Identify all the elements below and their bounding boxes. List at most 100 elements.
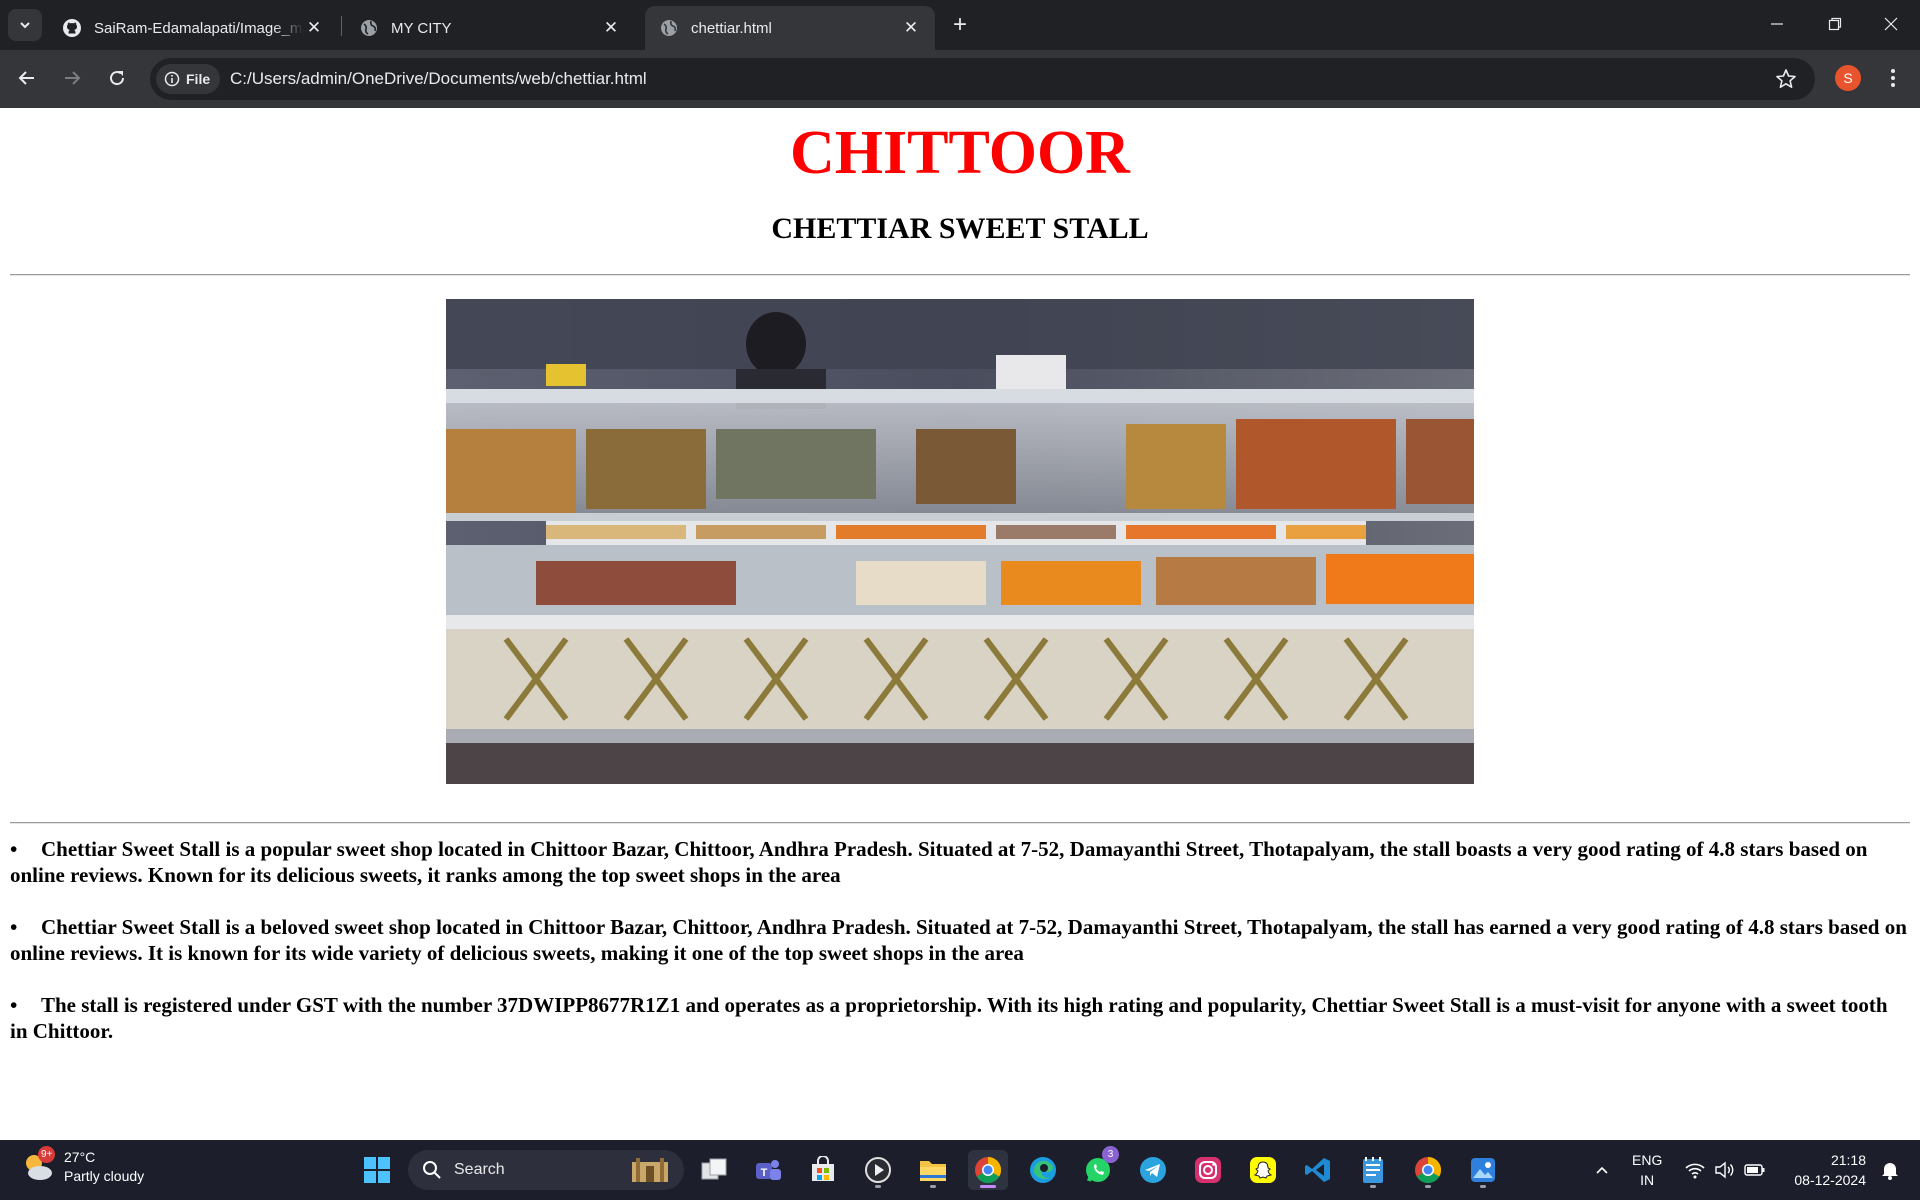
tab-title: SaiRam-Edamalapati/Image_ma bbox=[94, 19, 304, 37]
task-view-icon bbox=[701, 1158, 727, 1180]
close-icon bbox=[1884, 17, 1898, 31]
media-player-button[interactable] bbox=[858, 1150, 898, 1190]
teams-button[interactable]: T bbox=[748, 1150, 788, 1190]
wifi-icon bbox=[1685, 1163, 1705, 1179]
tab-my-city[interactable]: MY CITY ✕ bbox=[345, 6, 635, 50]
whatsapp-button[interactable]: 3 bbox=[1078, 1146, 1119, 1190]
restore-button[interactable] bbox=[1806, 0, 1864, 48]
running-indicator bbox=[930, 1185, 936, 1188]
weather-widget[interactable]: 9+ 27°C Partly cloudy bbox=[20, 1146, 145, 1186]
address-bar[interactable]: File C:/Users/admin/OneDrive/Documents/w… bbox=[150, 58, 1815, 100]
page-subtitle: CHETTIAR SWEET STALL bbox=[771, 212, 1149, 245]
weather-condition: Partly cloudy bbox=[64, 1168, 145, 1184]
page-viewport: CHITTOOR CHETTIAR SWEET STALL • Chettiar… bbox=[0, 108, 1920, 1140]
running-indicator bbox=[1425, 1185, 1431, 1188]
telegram-icon bbox=[1140, 1157, 1166, 1183]
description-list: • Chettiar Sweet Stall is a popular sweet… bbox=[10, 836, 1910, 1070]
close-window-button[interactable] bbox=[1862, 0, 1920, 48]
teams-icon: T bbox=[756, 1160, 781, 1180]
arrow-left-icon bbox=[18, 71, 34, 85]
microsoft-store-button[interactable] bbox=[803, 1150, 843, 1190]
notifications-button[interactable] bbox=[1870, 1150, 1910, 1190]
running-indicator bbox=[1370, 1185, 1376, 1188]
snapchat-button[interactable] bbox=[1243, 1150, 1283, 1190]
close-icon[interactable]: ✕ bbox=[601, 18, 621, 38]
instagram-button[interactable] bbox=[1188, 1150, 1228, 1190]
divider bbox=[10, 822, 1910, 824]
chrome-icon bbox=[975, 1156, 1002, 1184]
tab-chettiar-active[interactable]: chettiar.html ✕ bbox=[645, 6, 935, 50]
minimize-button[interactable] bbox=[1748, 0, 1806, 48]
bell-icon bbox=[1882, 1163, 1898, 1180]
tab-title: MY CITY bbox=[391, 19, 452, 37]
snapchat-icon bbox=[1250, 1157, 1276, 1183]
clock[interactable]: 21:18 08-12-2024 bbox=[1780, 1150, 1866, 1190]
windows-taskbar: 9+ 27°C Partly cloudy Search T 3 ENG IN … bbox=[0, 1140, 1920, 1200]
time: 21:18 bbox=[1830, 1152, 1866, 1168]
tab-search-button[interactable] bbox=[8, 9, 42, 41]
windows-icon bbox=[364, 1157, 390, 1183]
reload-icon bbox=[110, 71, 125, 86]
more-menu-button[interactable] bbox=[1880, 64, 1906, 92]
globe-icon bbox=[359, 18, 379, 38]
file-explorer-button[interactable] bbox=[913, 1150, 953, 1190]
active-indicator bbox=[980, 1185, 996, 1188]
instagram-icon bbox=[1195, 1157, 1221, 1183]
notepad-icon bbox=[1363, 1157, 1383, 1183]
close-icon[interactable]: ✕ bbox=[304, 18, 324, 38]
sweet-stall-photo bbox=[446, 299, 1474, 784]
notepad-button[interactable] bbox=[1353, 1150, 1393, 1190]
bullet-icon: • bbox=[10, 915, 18, 939]
chrome-profile-button[interactable] bbox=[1408, 1150, 1448, 1190]
start-button[interactable] bbox=[357, 1150, 397, 1190]
profile-avatar[interactable]: S bbox=[1835, 65, 1861, 91]
bookmark-star-icon[interactable] bbox=[1775, 68, 1797, 95]
chrome-button-active[interactable] bbox=[968, 1150, 1008, 1190]
telegram-button[interactable] bbox=[1133, 1150, 1173, 1190]
arrow-right-icon bbox=[65, 71, 81, 85]
close-icon[interactable]: ✕ bbox=[901, 18, 921, 38]
minimize-icon bbox=[1771, 23, 1783, 25]
restore-icon bbox=[1828, 17, 1842, 31]
forward-button[interactable] bbox=[54, 60, 90, 96]
divider bbox=[10, 274, 1910, 276]
search-placeholder: Search bbox=[454, 1161, 505, 1178]
list-item: • The stall is registered under GST with … bbox=[10, 993, 1888, 1043]
edge-button[interactable] bbox=[1023, 1150, 1063, 1190]
tab-title: chettiar.html bbox=[691, 19, 772, 37]
photos-button[interactable] bbox=[1463, 1150, 1503, 1190]
page-title: CHITTOOR bbox=[790, 119, 1130, 187]
search-icon bbox=[423, 1161, 441, 1179]
task-view-button[interactable] bbox=[694, 1150, 734, 1190]
chrome-icon bbox=[1415, 1156, 1442, 1184]
running-indicator bbox=[1480, 1185, 1486, 1188]
back-button[interactable] bbox=[9, 60, 45, 96]
globe-icon bbox=[659, 18, 679, 38]
browser-toolbar: File C:/Users/admin/OneDrive/Documents/w… bbox=[0, 50, 1920, 108]
chevron-down-icon bbox=[20, 22, 30, 29]
show-hidden-icons-button[interactable] bbox=[1582, 1150, 1622, 1190]
tab-divider bbox=[341, 16, 342, 36]
temperature: 27°C bbox=[64, 1149, 96, 1165]
chevron-up-icon bbox=[1596, 1166, 1608, 1174]
search-highlight-icon bbox=[632, 1158, 668, 1182]
photos-icon bbox=[1471, 1158, 1495, 1182]
new-tab-button[interactable]: + bbox=[946, 11, 974, 39]
list-item: • Chettiar Sweet Stall is a popular sweet… bbox=[10, 837, 1868, 887]
tab-github[interactable]: SaiRam-Edamalapati/Image_ma ✕ bbox=[48, 6, 338, 50]
bullet-icon: • bbox=[10, 837, 18, 861]
site-info-chip[interactable]: File bbox=[156, 64, 221, 94]
running-indicator bbox=[875, 1185, 881, 1188]
url-text[interactable]: C:/Users/admin/OneDrive/Documents/web/ch… bbox=[230, 58, 647, 100]
battery-icon bbox=[1744, 1164, 1765, 1176]
notification-badge: 3 bbox=[1102, 1146, 1119, 1163]
chip-label: File bbox=[186, 71, 211, 87]
language-indicator[interactable]: ENG IN bbox=[1632, 1150, 1662, 1190]
volume-icon bbox=[1715, 1161, 1734, 1179]
taskbar-search-box[interactable]: Search bbox=[408, 1150, 684, 1190]
vscode-button[interactable] bbox=[1298, 1150, 1338, 1190]
reload-button[interactable] bbox=[99, 60, 135, 96]
tab-strip: SaiRam-Edamalapati/Image_ma ✕ MY CITY ✕ … bbox=[0, 0, 1920, 50]
edge-icon bbox=[1030, 1157, 1056, 1183]
system-tray[interactable] bbox=[1684, 1140, 1766, 1200]
